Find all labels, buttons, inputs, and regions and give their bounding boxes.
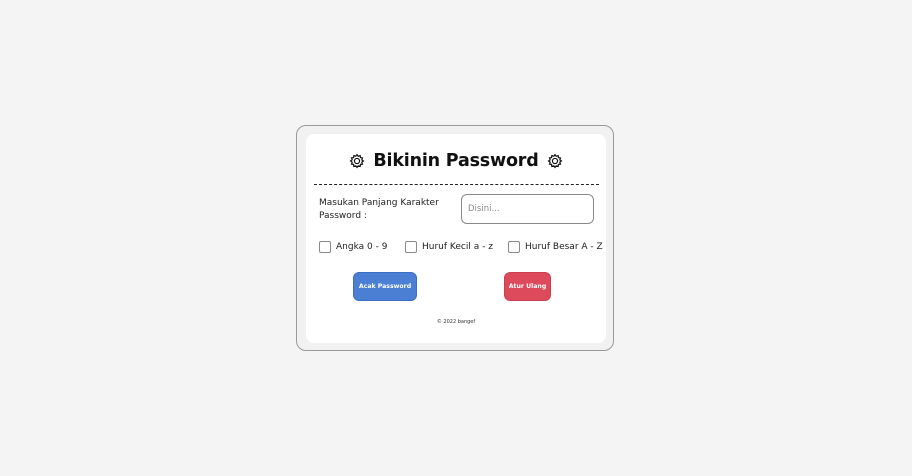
uppercase-checkbox[interactable] [508, 241, 520, 253]
app-frame: Bikinin Password Masukan Panjang Karakte… [296, 125, 614, 351]
lowercase-label: Huruf Kecil a - z [422, 242, 493, 252]
title-row: Bikinin Password [306, 151, 606, 171]
checkbox-uppercase[interactable]: Huruf Besar A - Z [508, 241, 603, 253]
checkbox-lowercase[interactable]: Huruf Kecil a - z [405, 241, 493, 253]
gear-icon [547, 153, 563, 169]
title-divider [314, 184, 599, 185]
length-input[interactable] [461, 194, 594, 224]
checkbox-digits[interactable]: Angka 0 - 9 [319, 241, 387, 253]
gear-icon [349, 153, 365, 169]
generator-card: Bikinin Password Masukan Panjang Karakte… [306, 134, 606, 343]
digits-label: Angka 0 - 9 [336, 242, 388, 252]
generate-password-button[interactable]: Acak Password [353, 272, 417, 301]
length-label: Masukan Panjang Karakter Password : [319, 198, 439, 221]
page-title: Bikinin Password [373, 151, 539, 171]
reset-button[interactable]: Atur Ulang [504, 272, 551, 301]
digits-checkbox[interactable] [319, 241, 331, 253]
uppercase-label: Huruf Besar A - Z [525, 242, 603, 252]
footer-copyright: © 2022 bangef [436, 319, 476, 325]
lowercase-checkbox[interactable] [405, 241, 417, 253]
